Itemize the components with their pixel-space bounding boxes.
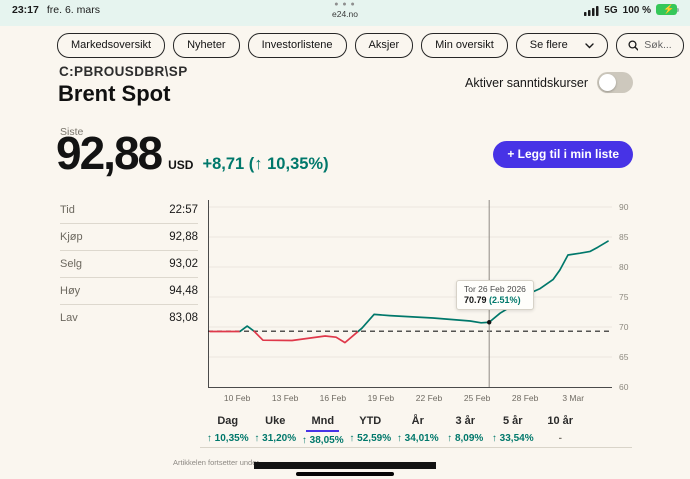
stat-row-kjop: Kjøp92,88	[60, 224, 198, 251]
svg-text:19 Feb: 19 Feb	[368, 393, 395, 403]
search-icon	[628, 40, 639, 51]
realtime-toggle[interactable]	[597, 72, 633, 93]
svg-text:70: 70	[619, 322, 629, 332]
svg-text:75: 75	[619, 292, 629, 302]
battery-percent: 100 %	[623, 5, 651, 16]
svg-text:28 Feb: 28 Feb	[512, 393, 539, 403]
home-indicator[interactable]	[296, 472, 394, 476]
svg-text:65: 65	[619, 352, 629, 362]
nav-markedsoversikt[interactable]: Markedsoversikt	[57, 33, 165, 58]
realtime-label: Aktiver sanntidskurser	[465, 76, 588, 90]
svg-text:80: 80	[619, 262, 629, 272]
market-nav: Markedsoversikt Nyheter Investorlistene …	[57, 33, 633, 57]
status-bar: 23:17 fre. 6. mars ● ● ● e24.no 5G 100 %…	[0, 0, 690, 26]
chevron-down-icon	[585, 43, 594, 49]
period-dag[interactable]: Dag↑ 10,35%	[204, 411, 252, 446]
battery-charging-icon: ⚡	[656, 4, 680, 16]
svg-text:10 Feb: 10 Feb	[224, 393, 251, 403]
period-uke[interactable]: Uke↑ 31,20%	[252, 411, 300, 446]
svg-text:22 Feb: 22 Feb	[416, 393, 443, 403]
svg-text:60: 60	[619, 382, 629, 392]
last-price: 92,88	[56, 130, 161, 176]
nav-min-oversikt[interactable]: Min oversikt	[421, 33, 508, 58]
search-input[interactable]: Søk...	[616, 33, 684, 58]
nav-aksjer[interactable]: Aksjer	[355, 33, 414, 58]
add-to-list-button[interactable]: + Legg til i min liste	[493, 141, 633, 168]
stat-row-lav: Lav83,08	[60, 305, 198, 331]
period-3ar[interactable]: 3 år↑ 8,09%	[442, 411, 490, 446]
key-stats-table: Tid22:57 Kjøp92,88 Selg93,02 Høy94,48 La…	[60, 197, 198, 331]
svg-text:90: 90	[619, 202, 629, 212]
period-5ar[interactable]: 5 år↑ 33,54%	[489, 411, 537, 446]
period-10ar[interactable]: 10 år-	[537, 411, 585, 446]
toggle-knob	[599, 74, 616, 91]
svg-text:25 Feb: 25 Feb	[464, 393, 491, 403]
nav-nyheter[interactable]: Nyheter	[173, 33, 240, 58]
tooltip-value: 70.79	[464, 295, 487, 305]
period-separator	[200, 447, 632, 448]
tooltip-pct: (2.51%)	[489, 295, 521, 305]
network-type: 5G	[604, 5, 617, 16]
svg-text:13 Feb: 13 Feb	[272, 393, 299, 403]
nav-se-flere-dropdown[interactable]: Se flere	[516, 33, 608, 58]
cellular-signal-icon	[584, 5, 599, 16]
period-ytd[interactable]: YTD↑ 52,59%	[347, 411, 395, 446]
instrument-name: Brent Spot	[58, 81, 170, 107]
stat-row-selg: Selg93,02	[60, 251, 198, 278]
nav-investorlistene[interactable]: Investorlistene	[248, 33, 347, 58]
tooltip-date: Tor 26 Feb 2026	[464, 284, 526, 294]
period-mnd[interactable]: Mnd↑ 38,05%	[299, 411, 347, 446]
article-continues-notice: Artikkelen fortsetter under	[173, 458, 259, 467]
stat-row-hoy: Høy94,48	[60, 278, 198, 305]
chart-tooltip: Tor 26 Feb 2026 70.79 (2.51%)	[456, 280, 534, 310]
redacted-ad-label	[254, 462, 436, 469]
period-ar[interactable]: År↑ 34,01%	[394, 411, 442, 446]
period-selector: Dag↑ 10,35% Uke↑ 31,20% Mnd↑ 38,05% YTD↑…	[204, 411, 584, 446]
price-change: +8,71 (↑ 10,35%)	[202, 155, 328, 174]
search-placeholder: Søk...	[644, 39, 671, 51]
instrument-ticker: C:PBROUSDBR\SP	[59, 64, 188, 79]
svg-text:16 Feb: 16 Feb	[320, 393, 347, 403]
svg-text:3 Mar: 3 Mar	[562, 393, 584, 403]
stat-row-tid: Tid22:57	[60, 197, 198, 224]
price-chart[interactable]: 60 65 70 75 80 85 90 10 Feb 13 Feb 16 Feb 19 Feb 22…	[208, 198, 632, 410]
currency: USD	[168, 158, 193, 172]
svg-text:85: 85	[619, 232, 629, 242]
price-chart-svg: 60 65 70 75 80 85 90 10 Feb 13 Feb 16 Feb 19 Feb 22…	[208, 198, 632, 410]
